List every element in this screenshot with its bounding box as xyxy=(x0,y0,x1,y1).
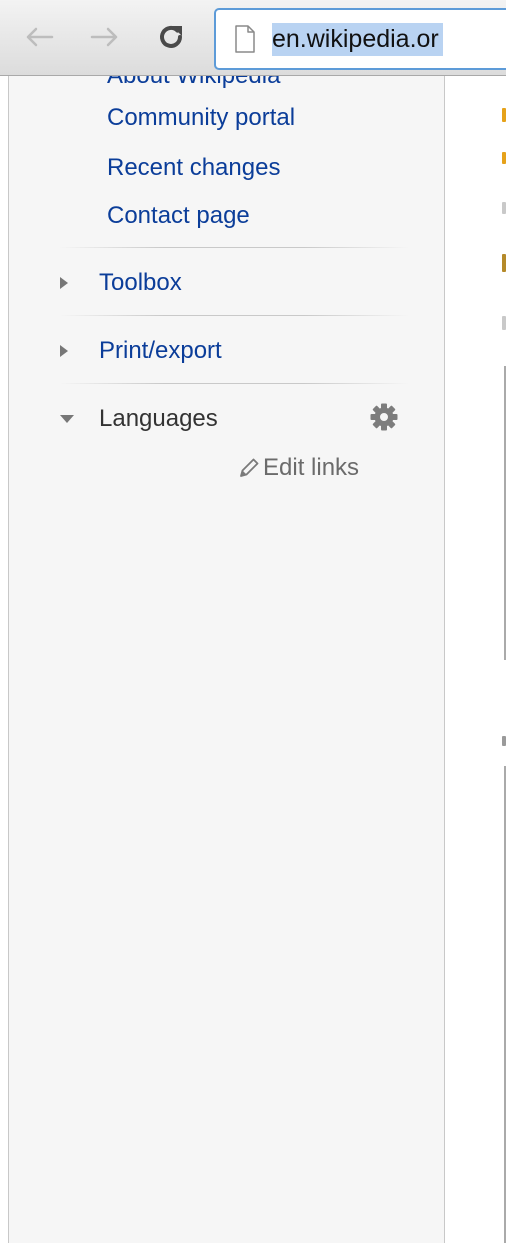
expanded-arrow-icon xyxy=(59,414,85,424)
address-bar[interactable]: en.wikipedia.or xyxy=(214,8,506,70)
reload-button[interactable] xyxy=(154,20,188,54)
collapsed-arrow-icon xyxy=(59,344,85,358)
clipped-text-fragment xyxy=(502,254,506,272)
clipped-text-fragment xyxy=(502,316,506,330)
sidebar-item-contact-page[interactable]: Contact page xyxy=(107,202,250,230)
arrow-left-icon xyxy=(26,27,54,47)
portal-toolbox-toggle[interactable]: Toolbox xyxy=(59,266,182,300)
portal-languages-label: Languages xyxy=(99,405,218,432)
portal-divider xyxy=(59,247,409,248)
reload-icon xyxy=(160,25,182,48)
portal-print-export-label: Print/export xyxy=(99,337,222,364)
url-text[interactable]: en.wikipedia.or xyxy=(272,23,443,56)
clipped-text-fragment xyxy=(502,202,506,214)
browser-window: en.wikipedia.or About Wikipedia Communit… xyxy=(0,0,506,1243)
gear-icon[interactable] xyxy=(369,402,399,437)
clipped-text-fragment xyxy=(502,152,506,164)
arrow-right-icon xyxy=(90,27,118,47)
clipped-text-fragment xyxy=(502,736,506,746)
clipped-text-fragment xyxy=(502,108,506,122)
sidebar-item-about-wikipedia[interactable]: About Wikipedia xyxy=(107,76,280,90)
edit-links-label: Edit links xyxy=(263,454,360,481)
page-icon xyxy=(235,25,255,53)
portal-toolbox-label: Toolbox xyxy=(99,269,182,296)
browser-toolbar: en.wikipedia.or xyxy=(0,0,506,76)
portal-languages-toggle[interactable]: Languages xyxy=(59,402,218,436)
sidebar-item-recent-changes[interactable]: Recent changes xyxy=(107,154,280,182)
sidebar-item-community-portal[interactable]: Community portal xyxy=(107,104,295,132)
portal-divider xyxy=(59,383,409,384)
back-button[interactable] xyxy=(22,20,56,54)
sidebar: About Wikipedia Community portal Recent … xyxy=(8,76,445,1243)
forward-button[interactable] xyxy=(88,20,122,54)
pencil-icon xyxy=(240,458,259,477)
portal-divider xyxy=(59,315,409,316)
portal-print-export-toggle[interactable]: Print/export xyxy=(59,334,222,368)
collapsed-arrow-icon xyxy=(59,276,85,290)
edit-links-link[interactable]: Edit links xyxy=(237,454,359,482)
main-content-area xyxy=(446,76,506,1243)
